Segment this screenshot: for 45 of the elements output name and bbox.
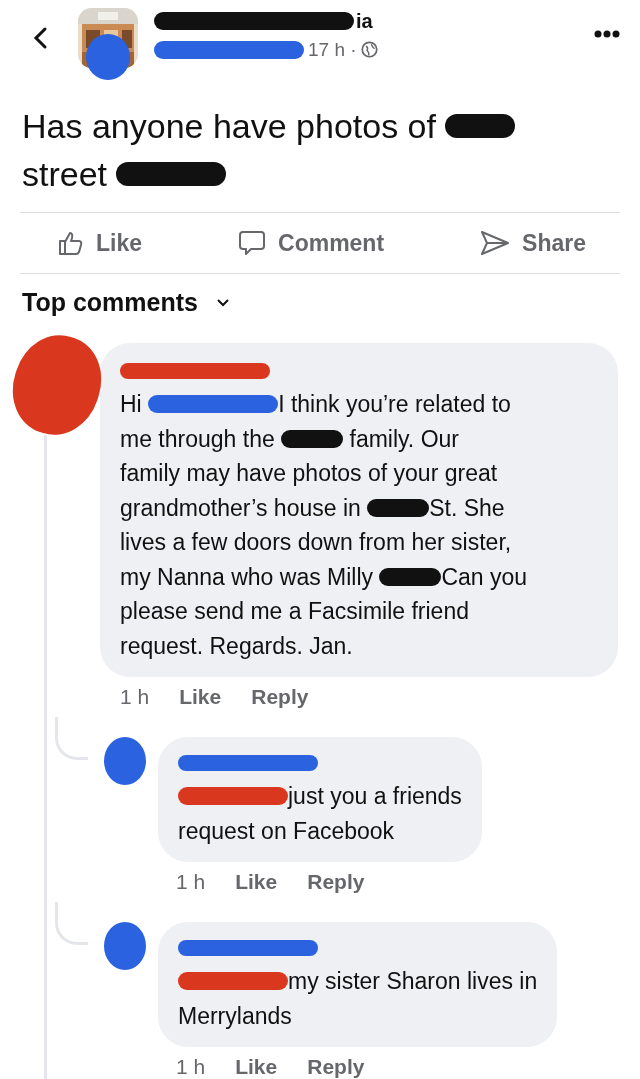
chevron-down-icon (215, 298, 230, 307)
reply-link[interactable]: Reply (251, 685, 309, 709)
thumbs-up-icon (58, 230, 84, 256)
comment-text: family may have photos of your great (120, 459, 498, 488)
more-icon[interactable] (594, 30, 620, 38)
share-icon (480, 230, 511, 256)
comment-text: request on Facebook (178, 816, 395, 846)
top-comments-dropdown[interactable]: Top comments (22, 288, 230, 317)
comment-text: grandmother’s house in (120, 493, 362, 523)
comment-text: Merrylands (178, 1001, 292, 1031)
like-link[interactable]: Like (235, 870, 278, 894)
redaction-scribble (86, 34, 130, 80)
globe-icon (360, 41, 378, 58)
post-time: 17 h · (308, 38, 357, 61)
redaction-scribble (104, 737, 146, 785)
comment-time: 1 h (176, 1055, 206, 1079)
page-name[interactable]: ia (356, 9, 373, 33)
comment-text: Can you (441, 562, 528, 592)
comment-text: lives a few doors down from her sister, (120, 528, 512, 557)
comment-text: please send me a Facsimile friend (120, 597, 469, 626)
comment-time: 1 h (120, 685, 150, 709)
comment-text: St. She (429, 493, 505, 523)
comment-text: I think you’re related to (278, 390, 511, 419)
comment-text: just you a friends (288, 782, 462, 811)
comment-text: me through the (120, 424, 276, 454)
back-icon[interactable] (32, 26, 48, 50)
comment-text: my Nanna who was Milly (120, 562, 375, 592)
comment-text: my sister Sharon lives in (288, 967, 538, 996)
comment-text: family. Our (348, 424, 459, 454)
comment-icon (238, 229, 266, 257)
action-button[interactable]: Share (480, 225, 586, 261)
reply-link[interactable]: Reply (307, 1055, 365, 1079)
reply-link[interactable]: Reply (307, 870, 365, 894)
post-text: street (22, 154, 109, 195)
post-text: Has anyone have photos of (22, 106, 437, 147)
comment-text: Hi (120, 390, 143, 419)
action-button[interactable]: Comment (238, 225, 385, 261)
connector-line (55, 717, 88, 760)
redaction-scribble (104, 922, 146, 970)
comment-time: 1 h (176, 870, 206, 894)
connector-line (55, 902, 88, 945)
like-link[interactable]: Like (235, 1055, 278, 1079)
comment-text: request. Regards. Jan. (120, 631, 353, 661)
action-button[interactable]: Like (58, 225, 143, 261)
like-link[interactable]: Like (179, 685, 222, 709)
